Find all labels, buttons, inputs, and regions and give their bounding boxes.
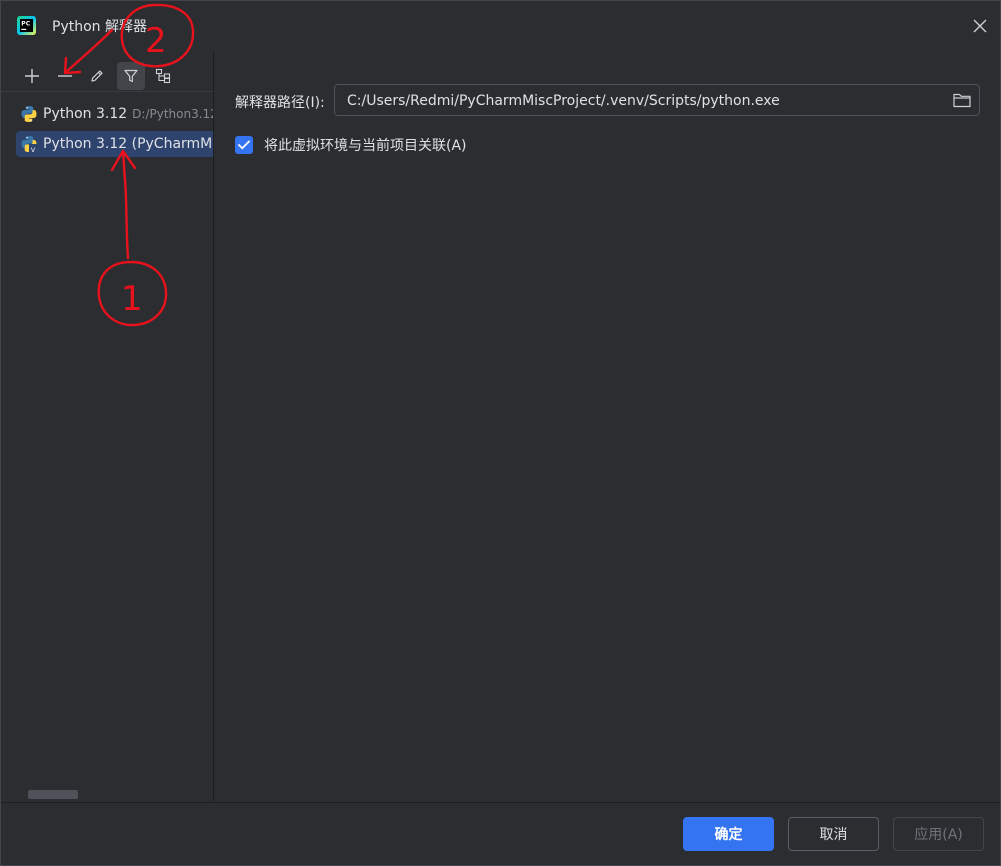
interpreter-name: Python 3.12 (PyCharmMiscProject)	[43, 136, 214, 152]
dialog-title: Python 解释器	[52, 19, 147, 35]
filter-icon	[124, 69, 138, 83]
svg-text:v: v	[31, 145, 36, 153]
title-bar: PC Python 解释器	[1, 1, 1000, 51]
associate-venv-checkbox[interactable]	[235, 136, 253, 154]
interpreter-details-panel: 解释器路径(I): 将此虚拟环境与当前项目关联(A)	[214, 51, 1000, 802]
show-paths-button[interactable]	[149, 62, 177, 90]
remove-interpreter-button[interactable]	[51, 62, 79, 90]
python-interpreter-dialog: PC Python 解释器 Python 3.12 D:/Python3.12 …	[0, 0, 1001, 866]
interpreter-item-venv[interactable]: v Python 3.12 (PyCharmMiscProject)	[16, 131, 214, 157]
close-button[interactable]	[967, 13, 993, 39]
interpreter-path-input[interactable]	[345, 85, 939, 117]
edit-interpreter-button[interactable]	[83, 62, 111, 90]
interpreter-path: D:/Python3.12	[132, 107, 214, 121]
plus-icon	[25, 69, 39, 83]
toolbar-divider	[1, 91, 213, 92]
interpreter-item-system[interactable]: Python 3.12 D:/Python3.12	[16, 101, 214, 127]
horizontal-scrollbar-thumb[interactable]	[28, 790, 78, 799]
python-icon	[21, 106, 37, 122]
python-venv-icon: v	[21, 136, 38, 153]
filter-interpreters-button[interactable]	[117, 62, 145, 90]
folder-icon	[953, 93, 971, 108]
interpreter-list-panel: Python 3.12 D:/Python3.12 v Python 3.12 …	[1, 51, 214, 802]
close-icon	[973, 19, 987, 33]
interpreter-toolbar	[13, 62, 213, 90]
cancel-button[interactable]: 取消	[788, 817, 879, 851]
interpreter-path-label: 解释器路径(I):	[235, 95, 325, 111]
add-interpreter-button[interactable]	[18, 62, 46, 90]
apply-button[interactable]: 应用(A)	[893, 817, 984, 851]
ok-button[interactable]: 确定	[683, 817, 774, 851]
footer-divider	[1, 802, 1000, 803]
associate-venv-row: 将此虚拟环境与当前项目关联(A)	[235, 134, 467, 156]
interpreter-name: Python 3.12	[43, 106, 128, 122]
pencil-icon	[91, 70, 103, 82]
tree-structure-icon	[155, 68, 171, 84]
svg-text:PC: PC	[21, 21, 30, 28]
minus-icon	[58, 75, 72, 77]
associate-venv-label: 将此虚拟环境与当前项目关联(A)	[264, 138, 467, 154]
interpreter-path-field	[334, 84, 980, 117]
browse-folder-button[interactable]	[951, 90, 973, 110]
pycharm-logo-icon: PC	[17, 16, 36, 35]
checkmark-icon	[238, 140, 250, 150]
